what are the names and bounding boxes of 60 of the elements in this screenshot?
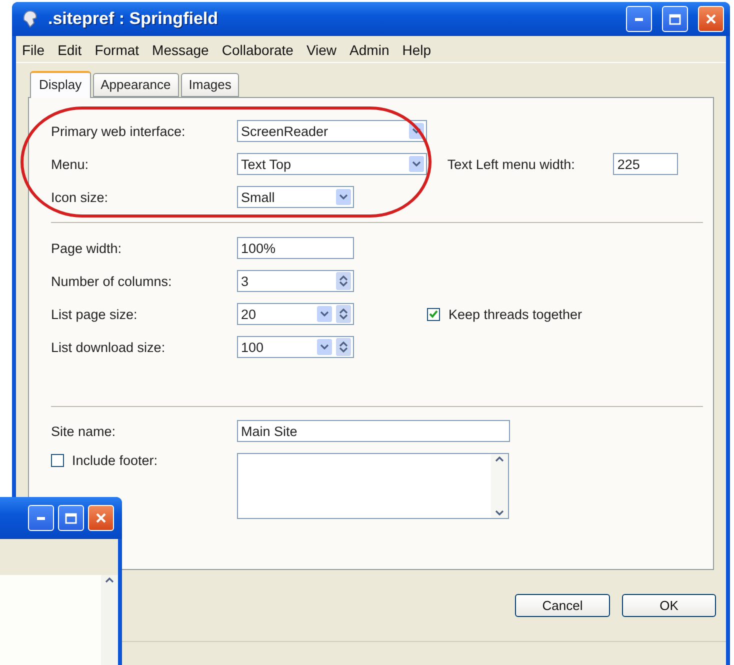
menu-item[interactable]: Help <box>402 42 432 58</box>
spinner-arrows-icon[interactable] <box>336 272 351 290</box>
close-icon <box>95 512 107 524</box>
spinner-field[interactable]: 100 <box>237 336 354 358</box>
menu-item[interactable]: Format <box>94 42 140 58</box>
maximize-icon <box>65 512 77 524</box>
checkbox-label[interactable]: Include footer: <box>72 453 158 468</box>
checkbox-label[interactable]: Keep threads together <box>448 306 582 322</box>
field-label: Menu: <box>51 156 89 172</box>
maximize-icon <box>669 14 681 24</box>
field-label: Number of columns: <box>51 274 172 288</box>
checkbox[interactable] <box>51 454 64 467</box>
tab[interactable]: Images <box>180 73 240 97</box>
field-value: 3 <box>241 274 250 288</box>
field-label: List page size: <box>51 306 138 322</box>
input-field[interactable]: 225 <box>613 153 678 175</box>
spinner-arrows-icon[interactable] <box>336 305 351 323</box>
minimize-button[interactable] <box>28 505 54 531</box>
field-value: 20 <box>241 306 258 322</box>
dialog-button[interactable]: Cancel <box>515 594 610 617</box>
dropdown-field[interactable]: Small <box>237 186 354 208</box>
tab[interactable]: Display <box>30 71 91 98</box>
menu-item[interactable]: Message <box>152 42 209 58</box>
dropdown-field[interactable]: ScreenReader <box>237 120 427 142</box>
minimize-icon <box>37 516 45 520</box>
dropdown-field[interactable]: Text Top <box>237 153 427 175</box>
close-button[interactable] <box>698 6 724 32</box>
field-label: Site name: <box>51 424 116 438</box>
spinner-field[interactable]: 20 <box>237 303 354 325</box>
text-area[interactable] <box>237 453 509 519</box>
field-value: Text Top <box>241 156 292 172</box>
spinner-arrows-icon[interactable] <box>336 338 351 356</box>
spinner-field[interactable]: 3 <box>237 270 354 292</box>
close-icon <box>705 13 717 25</box>
close-button[interactable] <box>88 505 114 531</box>
field-label: List download size: <box>51 340 166 354</box>
dialog-button[interactable]: OK <box>622 594 716 617</box>
minimize-button[interactable] <box>626 6 652 32</box>
menu-item[interactable]: Collaborate <box>222 42 294 58</box>
field-value: ScreenReader <box>241 124 330 138</box>
field-label: Page width: <box>51 240 122 256</box>
menu-item[interactable]: Admin <box>350 42 390 58</box>
app-icon <box>22 10 38 28</box>
menu-item[interactable]: File <box>22 42 45 58</box>
input-field[interactable]: Main Site <box>237 420 510 442</box>
minimize-icon <box>635 18 643 20</box>
menu-item[interactable]: Edit <box>58 42 82 58</box>
window-title: .sitepref : Springfield <box>48 9 220 29</box>
tab[interactable]: Appearance <box>92 73 179 97</box>
field-label: Text Left menu width: <box>447 156 576 172</box>
input-field[interactable]: 100% <box>237 237 354 259</box>
field-value: 100 <box>241 340 265 354</box>
maximize-button[interactable] <box>662 6 688 32</box>
maximize-button[interactable] <box>58 505 84 531</box>
field-value: Small <box>241 190 276 204</box>
checkbox[interactable] <box>427 308 440 320</box>
menu-item[interactable]: View <box>306 42 337 58</box>
field-label: Primary web interface: <box>51 124 186 138</box>
scrollbar-drawing <box>491 454 508 518</box>
field-label: Icon size: <box>51 190 108 204</box>
